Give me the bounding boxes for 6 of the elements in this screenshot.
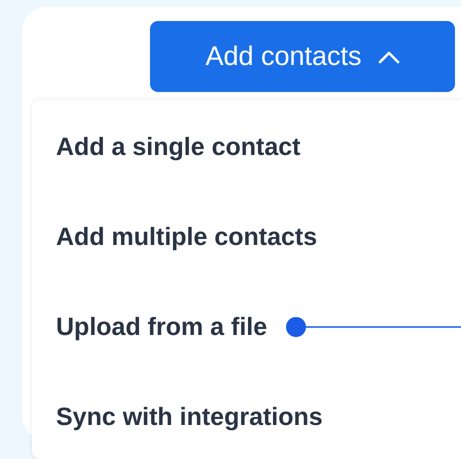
menu-item[interactable]: Upload from a file bbox=[56, 312, 268, 342]
menu-item[interactable]: Sync with integrations bbox=[56, 402, 323, 432]
menu-item[interactable]: Add a single contact bbox=[56, 132, 300, 162]
chevron-icon bbox=[378, 50, 400, 64]
menu-item[interactable]: Add multiple contacts bbox=[56, 222, 318, 252]
add-contacts-button[interactable]: Add contacts bbox=[150, 21, 455, 92]
